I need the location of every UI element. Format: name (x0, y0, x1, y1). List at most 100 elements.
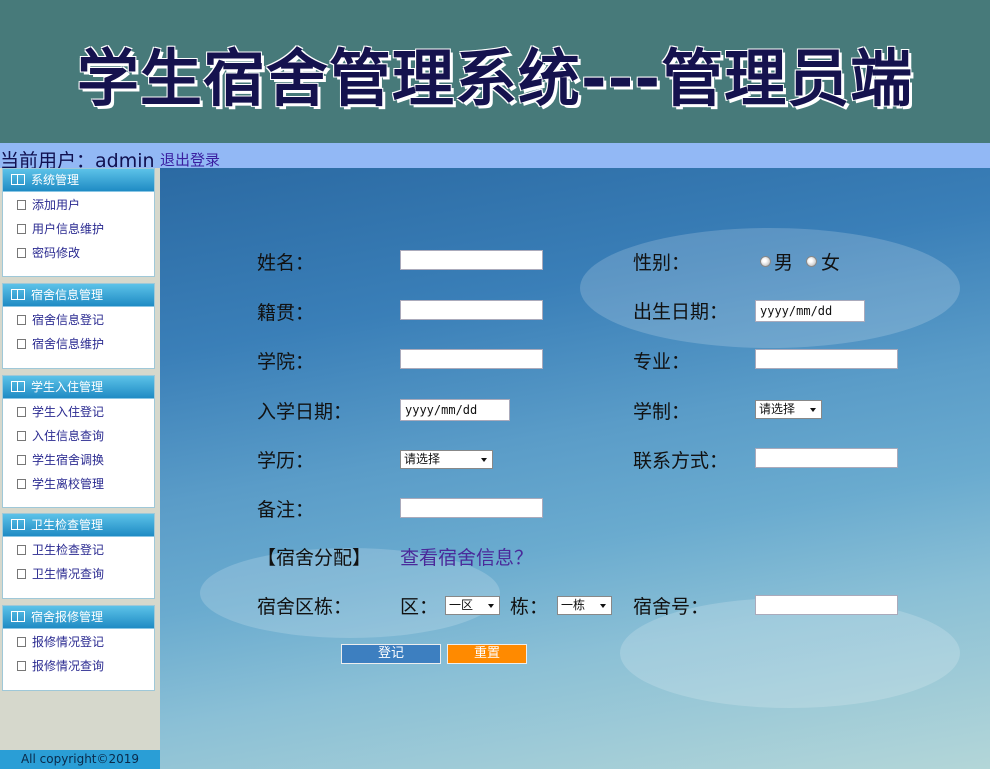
document-icon (15, 199, 26, 213)
chevron-down-icon (481, 458, 487, 462)
sidebar-group-repair: 宿舍报修管理 报修情况登记 报修情况查询 (2, 605, 155, 691)
sidebar-group-header[interactable]: 系统管理 (3, 169, 154, 192)
book-icon (11, 381, 25, 392)
document-icon (15, 478, 26, 492)
edu-select-value: 请选择 (404, 452, 441, 466)
sidebar-group-title: 学生入住管理 (31, 380, 104, 394)
gender-male-label: 男 (774, 252, 794, 274)
sidebar-item-label: 学生入住登记 (32, 405, 105, 419)
copyright: All copyright©2019 (0, 750, 160, 769)
sidebar-item-label: 卫生检查登记 (32, 543, 105, 557)
chevron-down-icon (600, 604, 606, 608)
chevron-down-icon (488, 604, 494, 608)
document-icon (15, 223, 26, 237)
document-icon (15, 430, 26, 444)
room-input[interactable] (755, 595, 898, 615)
background-cloud (580, 228, 960, 348)
gender-female-radio[interactable] (806, 256, 817, 267)
building-label: 栋： (510, 596, 549, 618)
sidebar-group-checkin: 学生入住管理 学生入住登记 入住信息查询 学生宿舍调换 学生离校管理 (2, 375, 155, 508)
reset-button[interactable]: 重置 (447, 644, 527, 664)
book-icon (11, 289, 25, 300)
building-select[interactable]: 一栋 (557, 596, 612, 615)
sidebar-item-leave[interactable]: 学生离校管理 (3, 472, 154, 496)
sidebar-item-label: 卫生情况查询 (32, 567, 105, 581)
sidebar-group-header[interactable]: 卫生检查管理 (3, 514, 154, 537)
sidebar-group-header[interactable]: 学生入住管理 (3, 376, 154, 399)
edu-select[interactable]: 请选择 (400, 450, 493, 469)
sidebar-item-label: 报修情况登记 (32, 635, 105, 649)
zone-select[interactable]: 一区 (445, 596, 500, 615)
zone-select-value: 一区 (449, 598, 474, 612)
book-icon (11, 611, 25, 622)
document-icon (15, 314, 26, 328)
sidebar-group-title: 系统管理 (31, 173, 80, 187)
assign-section-label: 【宿舍分配】 (257, 547, 372, 569)
contact-label: 联系方式： (633, 450, 729, 472)
remark-label: 备注： (257, 499, 315, 521)
sidebar-group-title: 宿舍信息管理 (31, 288, 104, 302)
sidebar-item-repair-register[interactable]: 报修情况登记 (3, 630, 154, 654)
sidebar-group-dorm: 宿舍信息管理 宿舍信息登记 宿舍信息维护 (2, 283, 155, 369)
college-input[interactable] (400, 349, 543, 369)
sidebar-group-header[interactable]: 宿舍报修管理 (3, 606, 154, 629)
length-select-value: 请选择 (759, 402, 796, 416)
sidebar-item-label: 入住信息查询 (32, 429, 105, 443)
document-icon (15, 568, 26, 582)
sidebar-group-title: 卫生检查管理 (31, 518, 104, 532)
view-dorm-info-link[interactable]: 查看宿舍信息？ (400, 543, 533, 570)
sidebar-item-checkin-query[interactable]: 入住信息查询 (3, 424, 154, 448)
length-select[interactable]: 请选择 (755, 400, 822, 419)
name-label: 姓名： (257, 252, 315, 274)
sidebar-item-checkin-register[interactable]: 学生入住登记 (3, 400, 154, 424)
document-icon (15, 247, 26, 261)
sidebar-item-label: 报修情况查询 (32, 659, 105, 673)
sidebar-group-hygiene: 卫生检查管理 卫生检查登记 卫生情况查询 (2, 513, 155, 599)
sidebar-item-label: 宿舍信息维护 (32, 337, 105, 351)
chevron-down-icon (810, 408, 816, 412)
book-icon (11, 519, 25, 530)
sidebar-item-dorm-register[interactable]: 宿舍信息登记 (3, 308, 154, 332)
birth-date-input[interactable]: yyyy/mm/dd (755, 300, 865, 322)
remark-input[interactable] (400, 498, 543, 518)
name-input[interactable] (400, 250, 543, 270)
dorm-area-label: 宿舍区栋： (257, 596, 353, 618)
contact-input[interactable] (755, 448, 898, 468)
page-title: 学生宿舍管理系统---管理员端 (76, 42, 914, 115)
sidebar-item-hygiene-register[interactable]: 卫生检查登记 (3, 538, 154, 562)
document-icon (15, 454, 26, 468)
enroll-date-input[interactable]: yyyy/mm/dd (400, 399, 510, 421)
sidebar-item-user-maintain[interactable]: 用户信息维护 (3, 217, 154, 241)
sidebar-item-label: 用户信息维护 (32, 222, 105, 236)
sidebar-item-dorm-swap[interactable]: 学生宿舍调换 (3, 448, 154, 472)
submit-button[interactable]: 登记 (341, 644, 441, 664)
sidebar-group-system: 系统管理 添加用户 用户信息维护 密码修改 (2, 168, 155, 277)
sidebar-item-repair-query[interactable]: 报修情况查询 (3, 654, 154, 678)
sidebar-item-label: 宿舍信息登记 (32, 313, 105, 327)
book-icon (11, 174, 25, 185)
hometown-input[interactable] (400, 300, 543, 320)
document-icon (15, 636, 26, 650)
sidebar-group-header[interactable]: 宿舍信息管理 (3, 284, 154, 307)
sidebar-item-dorm-maintain[interactable]: 宿舍信息维护 (3, 332, 154, 356)
gender-female-label: 女 (821, 252, 841, 274)
sidebar-item-label: 添加用户 (32, 198, 81, 212)
gender-male-radio[interactable] (760, 256, 771, 267)
major-input[interactable] (755, 349, 898, 369)
sidebar-item-add-user[interactable]: 添加用户 (3, 193, 154, 217)
sidebar-item-label: 学生离校管理 (32, 477, 105, 491)
sidebar-item-label: 学生宿舍调换 (32, 453, 105, 467)
zone-label: 区： (400, 596, 439, 618)
document-icon (15, 406, 26, 420)
room-label: 宿舍号： (633, 596, 710, 618)
sidebar-item-password[interactable]: 密码修改 (3, 241, 154, 265)
birth-label: 出生日期： (633, 301, 729, 323)
college-label: 学院： (257, 351, 315, 373)
sidebar-item-hygiene-query[interactable]: 卫生情况查询 (3, 562, 154, 586)
header: 学生宿舍管理系统---管理员端 (0, 0, 990, 143)
building-select-value: 一栋 (561, 598, 586, 612)
edu-label: 学历： (257, 450, 315, 472)
sidebar: 系统管理 添加用户 用户信息维护 密码修改 宿舍信息管理 宿舍信息登记 宿舍信息… (0, 168, 160, 769)
logout-link[interactable]: 退出登录 (160, 149, 220, 170)
hometown-label: 籍贯： (257, 302, 315, 324)
